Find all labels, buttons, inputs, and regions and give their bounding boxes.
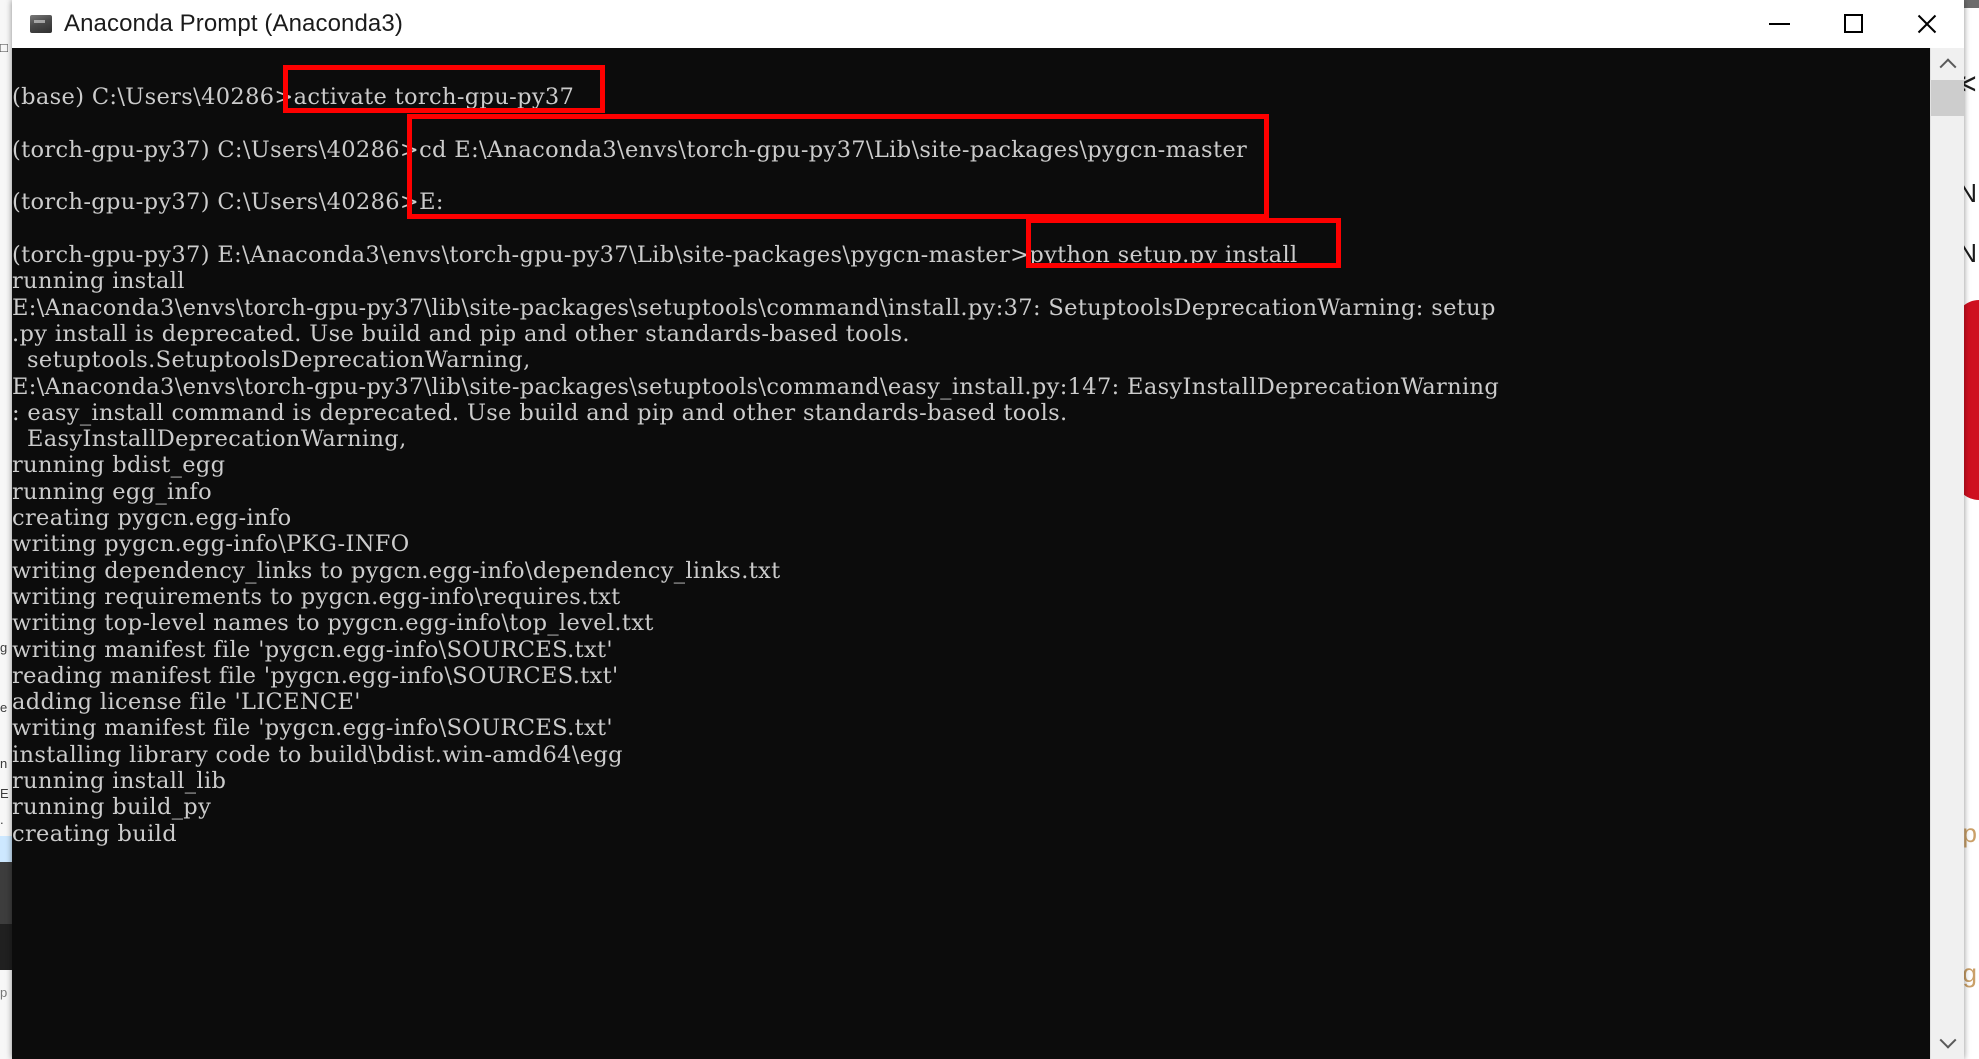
window-titlebar[interactable]: Anaconda Prompt (Anaconda3)	[12, 0, 1964, 48]
background-right-glyph: p	[1962, 818, 1977, 848]
terminal-line: running install	[12, 268, 185, 295]
terminal-line: running build_py	[12, 794, 212, 821]
terminal-line: running bdist_egg	[12, 452, 226, 479]
terminal-line: creating build	[12, 820, 177, 847]
terminal-line: writing manifest file 'pygcn.egg-info\SO…	[12, 636, 613, 663]
terminal-line: writing pygcn.egg-info\PKG-INFO	[12, 531, 410, 558]
terminal-line: writing manifest file 'pygcn.egg-info\SO…	[12, 715, 613, 742]
minimize-icon	[1768, 22, 1790, 25]
background-right-glyph: g	[1962, 958, 1977, 988]
window-title: Anaconda Prompt (Anaconda3)	[64, 9, 403, 37]
screen-root: □ g e n E . p ≪ N N p g Anaconda Prompt …	[0, 0, 1979, 1059]
terminal-line: EasyInstallDeprecationWarning,	[12, 426, 407, 453]
close-button[interactable]	[1890, 0, 1964, 47]
chevron-up-icon	[1939, 58, 1956, 76]
terminal-line: running install_lib	[12, 768, 227, 795]
terminal-line: setuptools.SetuptoolsDeprecationWarning,	[12, 347, 531, 374]
terminal-line: (base) C:\Users\40286>activate torch-gpu…	[12, 84, 575, 111]
terminal-text: (base) C:\Users\40286>activate torch-gpu…	[12, 58, 1930, 847]
maximize-icon	[1843, 14, 1863, 33]
terminal-line: (torch-gpu-py37) C:\Users\40286>cd E:\An…	[12, 136, 1248, 163]
terminal-line: adding license file 'LICENCE'	[12, 689, 361, 716]
anaconda-prompt-window[interactable]: Anaconda Prompt (Anaconda3) (base) C:\Us…	[12, 0, 1964, 1059]
terminal-line: : easy_install command is deprecated. Us…	[12, 399, 1068, 426]
terminal-line: running egg_info	[12, 478, 213, 505]
vertical-scrollbar[interactable]	[1930, 48, 1964, 1059]
window-controls	[1742, 0, 1964, 47]
close-icon	[1915, 12, 1939, 36]
console-body: (base) C:\Users\40286>activate torch-gpu…	[12, 48, 1964, 1059]
scroll-up-arrow[interactable]	[1931, 48, 1964, 80]
scroll-down-arrow[interactable]	[1931, 1027, 1964, 1059]
terminal-line: writing dependency_links to pygcn.egg-in…	[12, 557, 781, 584]
terminal-output-area[interactable]: (base) C:\Users\40286>activate torch-gpu…	[12, 48, 1930, 1059]
maximize-button[interactable]	[1816, 0, 1890, 47]
terminal-line: .py install is deprecated. Use build and…	[12, 320, 910, 347]
terminal-line: E:\Anaconda3\envs\torch-gpu-py37\lib\sit…	[12, 373, 1500, 400]
terminal-line: reading manifest file 'pygcn.egg-info\SO…	[12, 662, 619, 689]
scroll-thumb[interactable]	[1931, 80, 1964, 116]
terminal-line: writing requirements to pygcn.egg-info\r…	[12, 583, 621, 610]
terminal-line: E:\Anaconda3\envs\torch-gpu-py37\lib\sit…	[12, 294, 1496, 321]
terminal-line: (torch-gpu-py37) E:\Anaconda3\envs\torch…	[12, 242, 1298, 269]
terminal-line: creating pygcn.egg-info	[12, 505, 292, 532]
chevron-down-icon	[1939, 1031, 1956, 1049]
terminal-line: writing top-level names to pygcn.egg-inf…	[12, 610, 654, 637]
terminal-line: installing library code to build\bdist.w…	[12, 741, 623, 768]
minimize-button[interactable]	[1742, 0, 1816, 47]
terminal-line: (torch-gpu-py37) C:\Users\40286>E:	[12, 189, 444, 216]
console-app-icon	[30, 14, 52, 33]
